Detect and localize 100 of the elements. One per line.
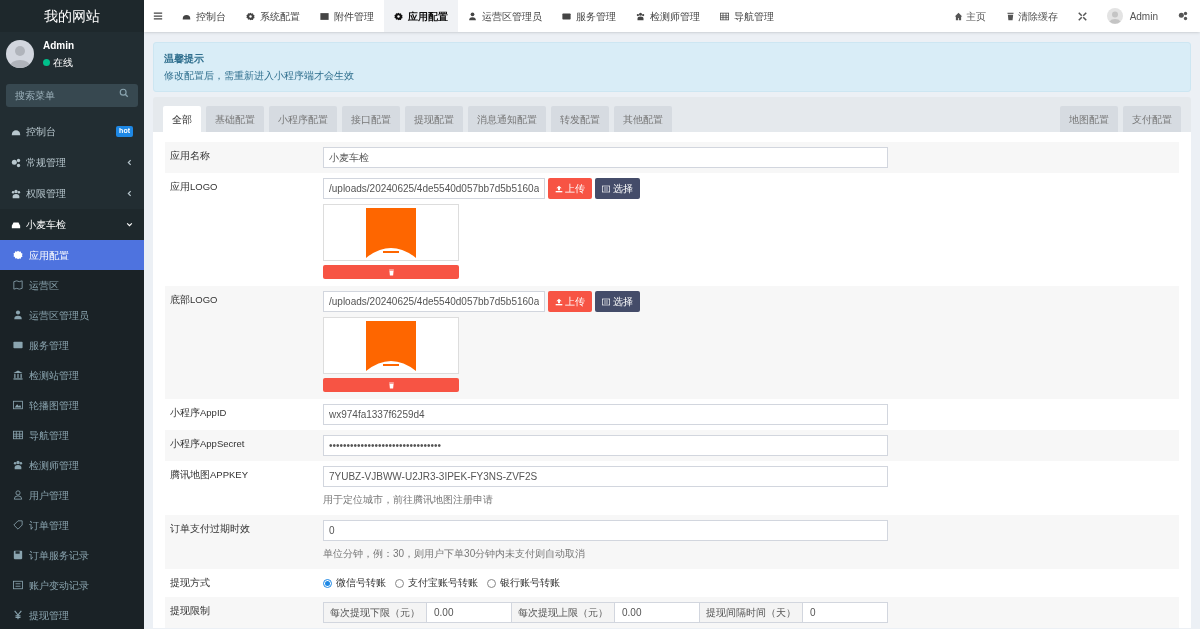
nav-tab[interactable]: 应用配置 bbox=[384, 0, 458, 32]
avatar bbox=[6, 40, 34, 68]
config-tab[interactable]: 全部 bbox=[163, 106, 201, 132]
sidebar-item[interactable]: 常规管理 bbox=[0, 147, 144, 178]
radio-button[interactable] bbox=[487, 578, 496, 588]
gear-icon bbox=[394, 11, 403, 21]
user-name: Admin bbox=[43, 39, 75, 53]
upload-icon bbox=[555, 297, 563, 306]
menu-icon bbox=[153, 11, 163, 21]
sidebar-item[interactable]: 运营区 bbox=[0, 270, 144, 300]
search-icon bbox=[119, 88, 129, 98]
notice-title: 温馨提示 bbox=[164, 52, 205, 66]
sidebar-item[interactable]: 轮播图管理 bbox=[0, 390, 144, 420]
users-icon bbox=[636, 11, 645, 21]
input-field[interactable]: /uploads/20240625/4de5540d057bb7d5b5160a bbox=[323, 178, 545, 199]
users-icon bbox=[11, 188, 21, 199]
input-field[interactable]: wx974fa1337f6259d4 bbox=[323, 404, 888, 425]
radio-option[interactable]: 支付宝账号转账 bbox=[395, 576, 478, 591]
search-field[interactable]: 搜索菜单 bbox=[6, 84, 138, 107]
site-title: 我的网站 bbox=[44, 6, 100, 26]
list-icon bbox=[602, 297, 610, 306]
notice-text: 修改配置后，需重新进入小程序端才会生效 bbox=[164, 69, 355, 83]
trash-icon bbox=[387, 268, 395, 276]
avatar-icon bbox=[1106, 8, 1123, 24]
user-icon bbox=[468, 11, 477, 21]
input-field[interactable]: 小麦车检 bbox=[323, 147, 888, 168]
choose-button[interactable]: 选择 bbox=[595, 291, 640, 312]
sidebar-item[interactable]: 订单管理 bbox=[0, 510, 144, 540]
list-icon bbox=[602, 184, 610, 193]
nav-tab[interactable]: 系统配置 bbox=[236, 0, 310, 32]
clear-cache-button[interactable]: 清除缓存 bbox=[1005, 8, 1058, 24]
sidebar-item[interactable]: 检测站管理 bbox=[0, 360, 144, 390]
image-icon bbox=[13, 400, 23, 410]
nav-tab[interactable]: 导航管理 bbox=[710, 0, 784, 32]
nav-tab[interactable]: 附件管理 bbox=[310, 0, 384, 32]
user-outline-icon bbox=[13, 490, 23, 500]
nav-tab[interactable]: 服务管理 bbox=[552, 0, 626, 32]
gears-icon bbox=[1178, 11, 1188, 21]
tag-icon bbox=[13, 520, 23, 530]
gear-icon bbox=[246, 11, 255, 21]
sidebar-item[interactable]: 运营区管理员 bbox=[0, 300, 144, 330]
fullscreen-icon bbox=[1077, 11, 1087, 21]
input-field[interactable]: •••••••••••••••••••••••••••••••• bbox=[323, 435, 888, 456]
chevron-down-icon bbox=[126, 221, 133, 228]
help-text: 用于定位城市，前往腾讯地图注册申请 bbox=[323, 493, 494, 507]
field-label: 底部LOGO bbox=[170, 293, 219, 307]
sidebar-item[interactable]: 提现管理 bbox=[0, 600, 144, 629]
map-icon bbox=[13, 280, 23, 290]
home-icon bbox=[953, 11, 963, 21]
nav-tab[interactable]: 检测师管理 bbox=[626, 0, 710, 32]
field-label: 提现方式 bbox=[170, 576, 211, 590]
gear-icon bbox=[13, 250, 23, 260]
sidebar-item[interactable]: 检测师管理 bbox=[0, 450, 144, 480]
table-icon bbox=[13, 430, 23, 440]
chevron-left-icon bbox=[126, 190, 133, 197]
bank-icon bbox=[13, 370, 23, 380]
field-label: 腾讯地图APPKEY bbox=[170, 468, 250, 482]
sidebar-item[interactable]: 导航管理 bbox=[0, 420, 144, 450]
radio-button[interactable] bbox=[323, 578, 332, 588]
chevron-left-icon bbox=[126, 159, 133, 166]
radio-option[interactable]: 微信号转账 bbox=[323, 576, 386, 591]
yen-icon bbox=[13, 610, 23, 620]
trash-icon bbox=[387, 381, 395, 389]
input-field[interactable]: 7YUBZ-VJBWW-U2JR3-3IPEK-FY3NS-ZVF2S bbox=[323, 466, 888, 487]
sidebar-item[interactable]: 服务管理 bbox=[0, 330, 144, 360]
nav-tab[interactable]: 运营区管理员 bbox=[458, 0, 552, 32]
user-menu[interactable]: Admin bbox=[1106, 8, 1158, 24]
sidebar-item[interactable]: 权限管理 bbox=[0, 178, 144, 209]
sidebar-item[interactable]: 账户变动记录 bbox=[0, 570, 144, 600]
input-field[interactable]: 0 bbox=[323, 520, 888, 541]
sidebar-item[interactable]: 用户管理 bbox=[0, 480, 144, 510]
list-icon bbox=[13, 580, 23, 590]
input-field[interactable]: /uploads/20240625/4de5540d057bb7d5b5160a bbox=[323, 291, 545, 312]
card-icon bbox=[562, 11, 571, 21]
choose-button[interactable]: 选择 bbox=[595, 178, 640, 199]
field-label: 提现限制 bbox=[170, 604, 211, 619]
card-icon bbox=[13, 340, 23, 350]
gears-icon bbox=[11, 157, 21, 168]
field-label: 应用LOGO bbox=[170, 180, 219, 194]
field-label: 小程序AppSecret bbox=[170, 437, 246, 451]
users-icon bbox=[13, 460, 23, 470]
settings-button[interactable] bbox=[1178, 11, 1188, 21]
home-link[interactable]: 主页 bbox=[953, 8, 986, 24]
sidebar-item[interactable]: 应用配置 bbox=[0, 240, 144, 270]
sidebar-item[interactable]: 小麦车检 bbox=[0, 209, 144, 240]
user-icon bbox=[13, 310, 23, 320]
trash-icon bbox=[1005, 11, 1015, 21]
field-label: 订单支付过期时效 bbox=[170, 522, 251, 536]
field-label: 小程序AppID bbox=[170, 406, 228, 420]
field-label: 应用名称 bbox=[170, 149, 211, 163]
fullscreen-button[interactable] bbox=[1077, 11, 1087, 21]
image-icon bbox=[320, 11, 329, 21]
status-text: 在线 bbox=[53, 56, 73, 70]
table-icon bbox=[720, 11, 729, 21]
radio-option[interactable]: 银行账号转账 bbox=[487, 576, 560, 591]
sidebar-item[interactable]: 订单服务记录 bbox=[0, 540, 144, 570]
nav-tab[interactable]: 控制台 bbox=[172, 0, 236, 32]
upload-icon bbox=[555, 184, 563, 193]
help-text: 单位分钟，例：30，则用户下单30分钟内未支付则自动取消 bbox=[323, 547, 587, 561]
radio-button[interactable] bbox=[395, 578, 404, 588]
